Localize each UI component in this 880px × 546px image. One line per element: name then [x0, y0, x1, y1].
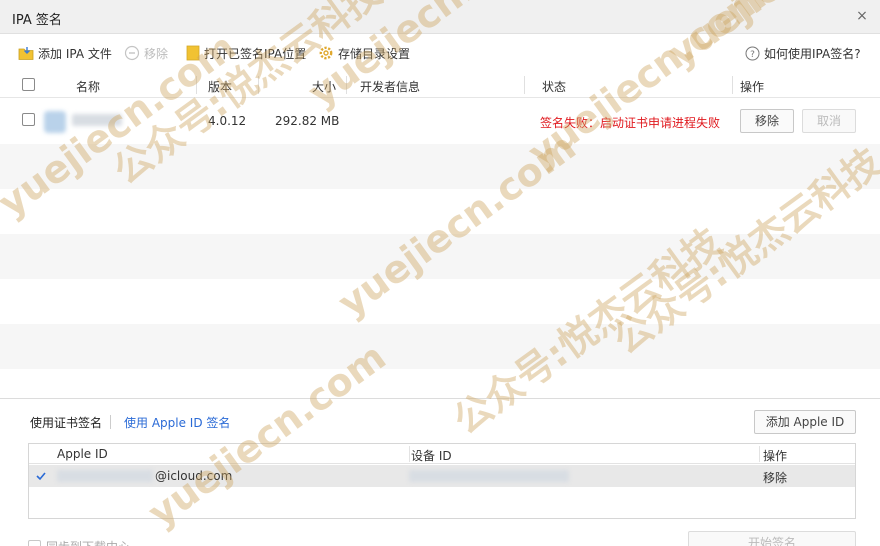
- select-all-checkbox[interactable]: [22, 78, 35, 91]
- help-link[interactable]: ? 如何使用IPA签名?: [745, 44, 861, 62]
- column-apple-id: Apple ID: [57, 447, 108, 461]
- column-size: 大小: [312, 80, 337, 94]
- remove-icon: [124, 45, 140, 61]
- start-signing-button[interactable]: 开始签名: [688, 531, 856, 546]
- add-ipa-button[interactable]: 添加 IPA 文件: [18, 44, 112, 62]
- empty-row: [0, 144, 880, 189]
- column-developer: 开发者信息: [360, 80, 421, 94]
- empty-row: [0, 369, 880, 399]
- sync-checkbox[interactable]: [28, 540, 41, 546]
- row-cancel-button[interactable]: 取消: [802, 109, 856, 133]
- gear-icon: [319, 46, 333, 60]
- status-error-text: 签名失败：启动证书申请进程失败: [540, 116, 721, 130]
- column-status: 状态: [542, 80, 567, 94]
- version-value: 4.0.12: [208, 114, 247, 128]
- section-divider: [0, 398, 880, 399]
- tab-divider: [110, 415, 111, 429]
- title-bar: IPA 签名 ×: [0, 0, 880, 34]
- tab-apple-id-signing[interactable]: 使用 Apple ID 签名: [124, 414, 230, 431]
- add-file-icon: [18, 47, 34, 60]
- column-name: 名称: [76, 80, 101, 94]
- sync-label: 同步到下载中心: [46, 538, 130, 546]
- bottom-bar: 同步到下载中心 开始签名: [0, 526, 880, 546]
- column-apple-actions: 操作: [763, 449, 788, 463]
- check-icon: [36, 472, 46, 481]
- column-divider: [196, 76, 197, 94]
- window-title: IPA 签名: [12, 13, 62, 28]
- storage-settings-label: 存储目录设置: [338, 46, 411, 61]
- svg-text:?: ?: [750, 50, 755, 60]
- size-value: 292.82 MB: [275, 114, 340, 128]
- apple-id-domain: @icloud.com: [155, 469, 233, 483]
- column-divider: [409, 446, 410, 462]
- column-divider: [524, 76, 525, 94]
- empty-row: [0, 189, 880, 234]
- apple-id-table: Apple ID 设备 ID 操作 @icloud.com 移除: [28, 443, 856, 519]
- table-row[interactable]: @icloud.com 移除: [29, 465, 855, 487]
- empty-row: [0, 234, 880, 279]
- add-ipa-label: 添加 IPA 文件: [38, 46, 112, 61]
- column-actions: 操作: [740, 80, 765, 94]
- apple-id-table-header: Apple ID 设备 ID 操作: [29, 444, 855, 464]
- help-label: 如何使用IPA签名?: [764, 46, 861, 61]
- tab-cert-signing[interactable]: 使用证书签名: [30, 414, 102, 431]
- column-divider: [346, 76, 347, 94]
- apple-id-redacted: [57, 470, 153, 482]
- open-signed-location-label: 打开已签名IPA位置: [204, 46, 307, 61]
- apple-id-remove-link[interactable]: 移除: [763, 469, 787, 486]
- table-row[interactable]: 4.0.12 292.82 MB 签名失败：启动证书申请进程失败 移除 取消: [0, 99, 880, 144]
- empty-row: [0, 324, 880, 369]
- open-signed-location-button[interactable]: 打开已签名IPA位置: [186, 44, 306, 62]
- add-apple-id-button[interactable]: 添加 Apple ID: [754, 410, 856, 434]
- empty-row: [0, 279, 880, 324]
- device-id-redacted: [409, 470, 569, 482]
- ipa-table-header: 名称 版本 大小 开发者信息 状态 操作: [0, 72, 880, 98]
- toolbar: 添加 IPA 文件 移除 打开已签名IPA位置 存储目录设置 ? 如何使用IPA…: [0, 36, 880, 70]
- storage-settings-button[interactable]: 存储目录设置: [318, 44, 410, 62]
- column-version: 版本: [208, 80, 233, 94]
- column-device-id: 设备 ID: [411, 449, 452, 463]
- column-divider: [258, 76, 259, 94]
- row-checkbox[interactable]: [22, 113, 35, 126]
- column-divider: [732, 76, 733, 94]
- row-remove-button[interactable]: 移除: [740, 109, 794, 133]
- signing-mode-tabs: 使用证书签名 使用 Apple ID 签名 添加 Apple ID: [0, 410, 880, 434]
- app-name-redacted: [72, 114, 122, 126]
- app-icon: [44, 111, 66, 133]
- question-icon: ?: [745, 46, 760, 60]
- ipa-table-body: 4.0.12 292.82 MB 签名失败：启动证书申请进程失败 移除 取消: [0, 99, 880, 399]
- remove-label: 移除: [144, 46, 169, 61]
- close-icon[interactable]: ×: [854, 8, 870, 24]
- remove-button[interactable]: 移除: [124, 44, 168, 62]
- document-icon: [186, 45, 200, 61]
- column-divider: [759, 446, 760, 462]
